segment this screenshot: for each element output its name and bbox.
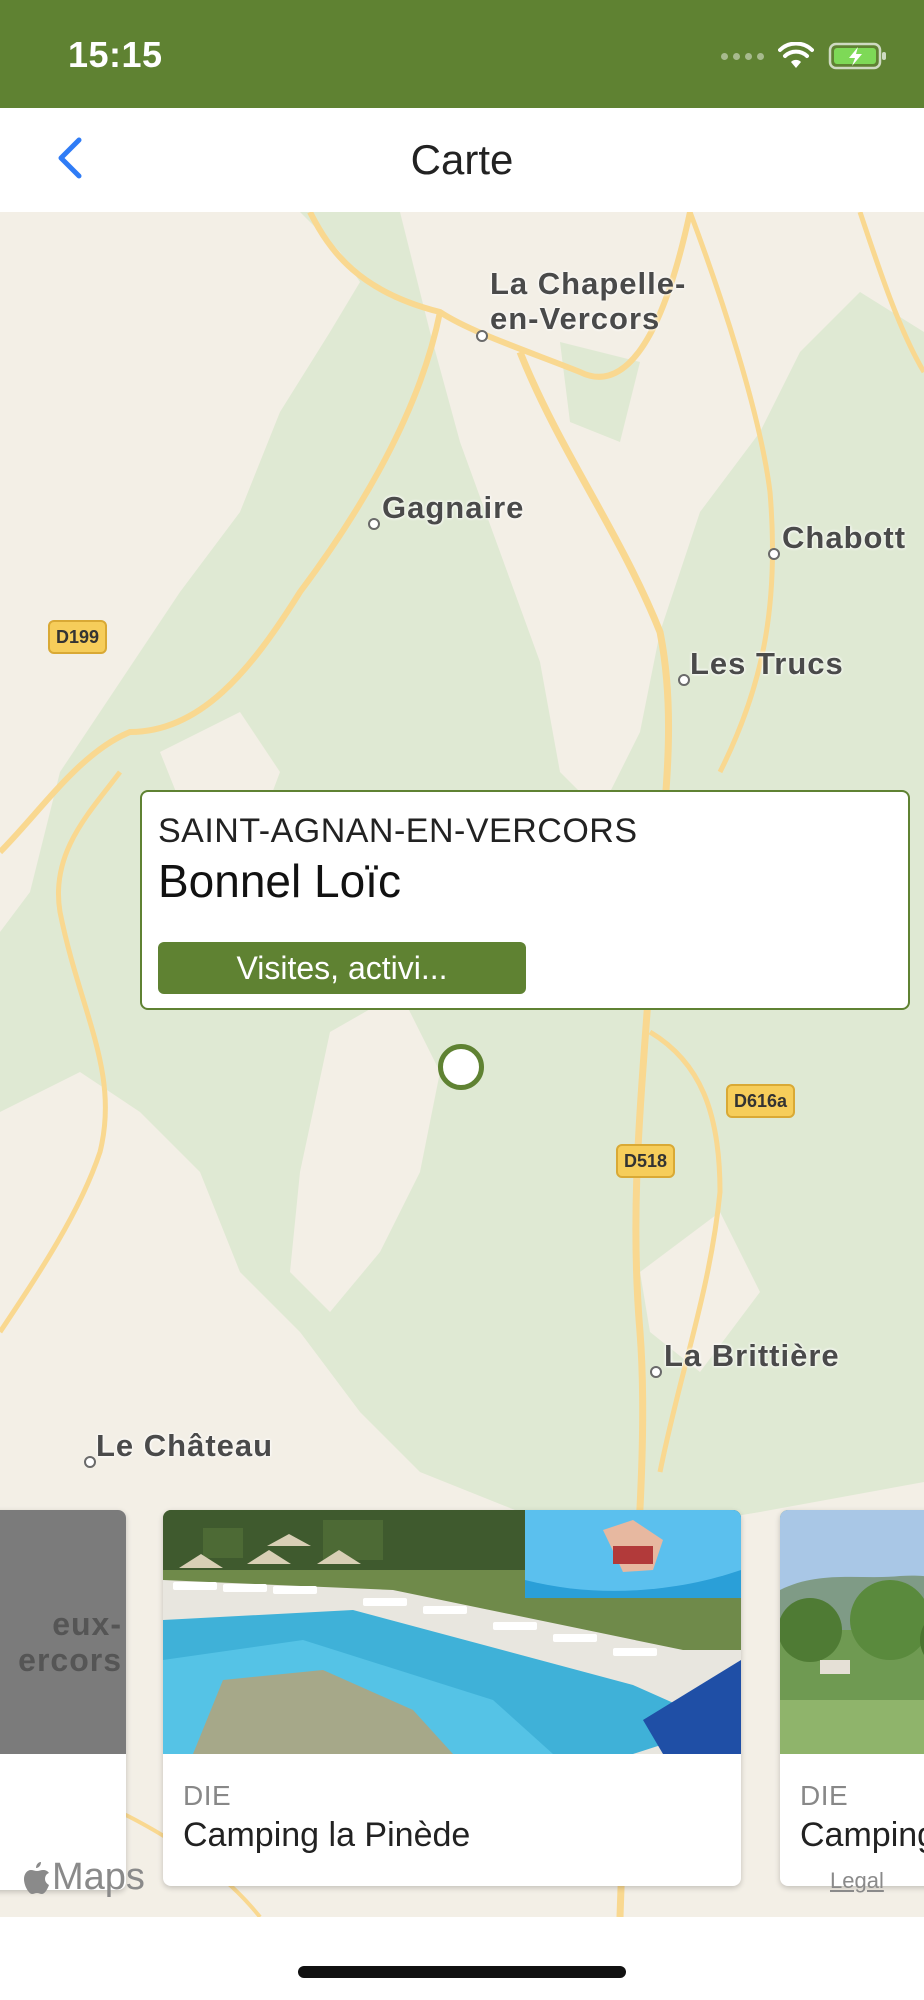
home-indicator[interactable] xyxy=(298,1966,626,1978)
card-town: DIE xyxy=(800,1780,849,1811)
map-view[interactable]: La Chapelle- en-Vercors Gagnaire Chabott… xyxy=(0,212,924,1917)
cellular-signal-icon xyxy=(721,52,764,60)
status-icons xyxy=(721,38,888,74)
battery-charging-icon xyxy=(828,42,886,70)
callout-name: Bonnel Loïc xyxy=(158,855,401,907)
card-name: Camping la Pinède xyxy=(183,1816,471,1854)
place-marker-les-trucs xyxy=(678,674,690,686)
listing-card[interactable]: eux- ercors xyxy=(0,1510,126,1890)
road-badge-d616a: D616a xyxy=(726,1084,796,1118)
card-name: Camping xyxy=(800,1816,924,1854)
page-title: Carte xyxy=(410,136,514,183)
card-image-text: eux- ercors xyxy=(18,1606,122,1678)
maps-attribution: Maps xyxy=(24,1856,145,1899)
road-badge-d518: D518 xyxy=(616,1144,676,1178)
card-photo-pool xyxy=(163,1510,741,1754)
wifi-icon xyxy=(778,42,814,68)
place-marker-la-brittiere xyxy=(650,1366,662,1378)
category-button[interactable]: Visites, activi... xyxy=(158,942,526,994)
card-photo-camping xyxy=(780,1510,924,1754)
navigation-bar: Carte xyxy=(0,108,924,212)
place-marker-gagnaire xyxy=(368,518,380,530)
place-label-la-chapelle: La Chapelle- en-Vercors xyxy=(490,266,687,336)
place-marker-chabott xyxy=(768,548,780,560)
map-pin[interactable] xyxy=(438,1044,484,1090)
place-marker-la-chapelle xyxy=(476,330,488,342)
status-time: 15:15 xyxy=(68,34,163,75)
maps-brand-text: Maps xyxy=(52,1856,145,1898)
place-marker-le-chateau xyxy=(84,1456,96,1468)
map-callout[interactable]: SAINT-AGNAN-EN-VERCORS Bonnel Loïc Visit… xyxy=(140,790,910,1010)
road-badge-d199: D199 xyxy=(48,620,108,654)
card-town: DIE xyxy=(183,1780,232,1811)
listing-card[interactable]: DIE Camping la Pinède xyxy=(163,1510,741,1886)
status-bar: 15:15 xyxy=(0,0,924,108)
listing-card[interactable]: DIE Camping xyxy=(780,1510,924,1886)
card-image-placeholder: eux- ercors xyxy=(0,1510,126,1754)
place-label-la-brittiere: La Brittière xyxy=(664,1338,840,1373)
place-label-les-trucs: Les Trucs xyxy=(690,646,844,681)
place-label-chabott: Chabott xyxy=(782,520,907,555)
callout-town: SAINT-AGNAN-EN-VERCORS xyxy=(158,812,638,850)
place-label-gagnaire: Gagnaire xyxy=(382,490,525,525)
apple-logo-icon xyxy=(24,1861,49,1894)
legal-link[interactable]: Legal xyxy=(830,1868,884,1894)
place-label-le-chateau: Le Château xyxy=(96,1428,274,1463)
